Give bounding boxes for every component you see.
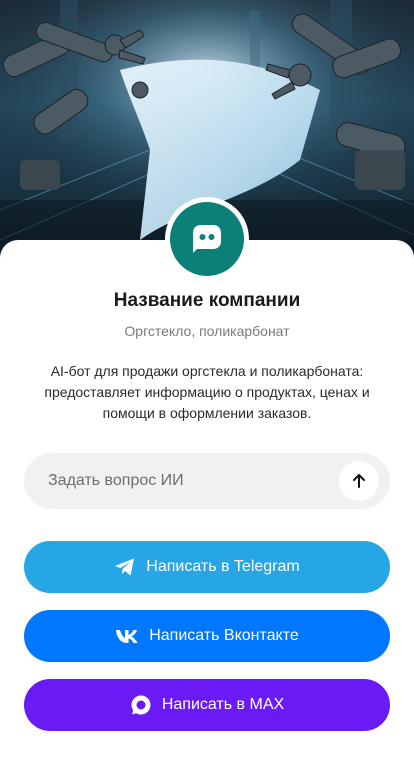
- bot-avatar: [170, 202, 244, 276]
- write-max-button[interactable]: Написать в MAX: [24, 679, 390, 731]
- ask-ai-field: [24, 453, 390, 509]
- write-telegram-label: Написать в Telegram: [146, 558, 300, 575]
- write-telegram-button[interactable]: Написать в Telegram: [24, 541, 390, 593]
- send-question-button[interactable]: [339, 461, 379, 501]
- company-name: Название компании: [113, 290, 301, 311]
- arrow-up-icon: [353, 474, 365, 488]
- max-icon: [130, 694, 152, 716]
- write-vk-button[interactable]: Написать Вконтакте: [24, 610, 390, 662]
- company-category: Оргстекло, поликарбонат: [124, 323, 290, 339]
- ask-ai-input[interactable]: [48, 453, 348, 509]
- telegram-icon: [114, 557, 136, 577]
- chat-bot-icon: [193, 225, 221, 253]
- write-max-label: Написать в MAX: [161, 696, 285, 713]
- vk-icon: [115, 628, 139, 644]
- write-vk-label: Написать Вконтакте: [149, 627, 299, 644]
- avatar-ring: [165, 197, 249, 281]
- company-description: AI-бот для продажи оргстекла и поликарбо…: [44, 363, 370, 421]
